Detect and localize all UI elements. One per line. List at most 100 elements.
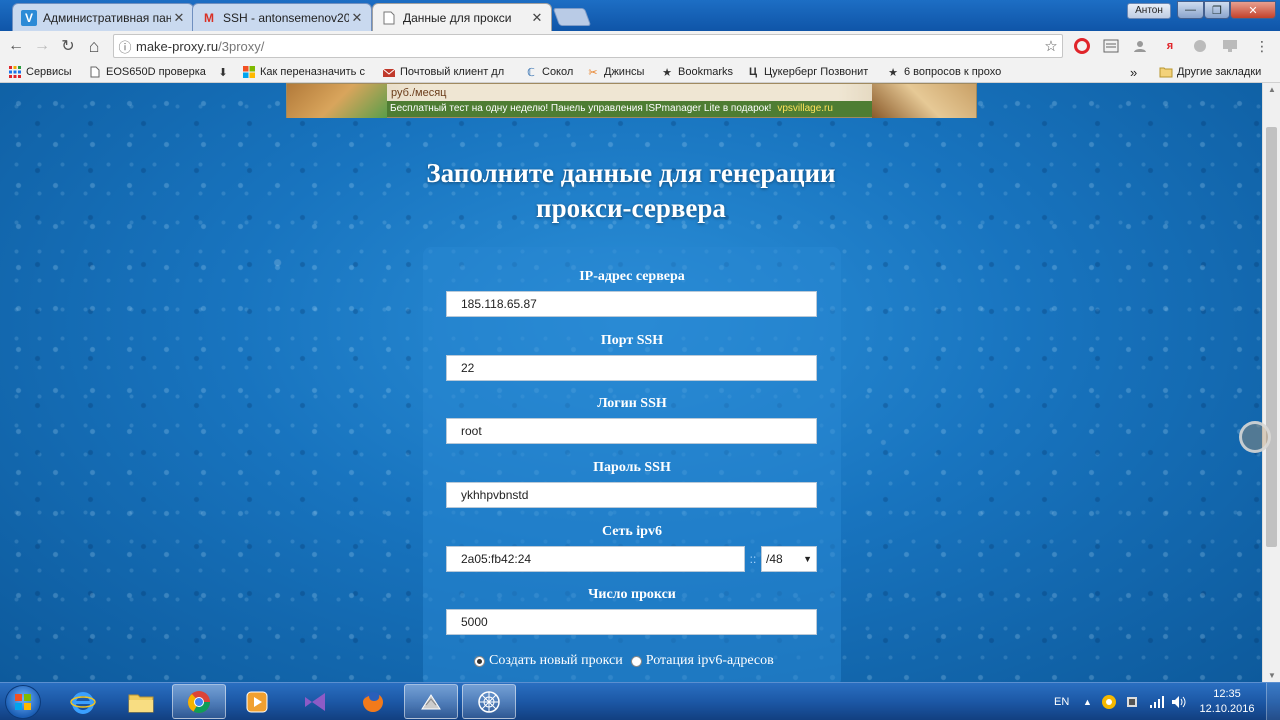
spider-icon[interactable]: [462, 684, 516, 719]
firefox-icon[interactable]: [346, 684, 400, 719]
tab-title: Административная панель: [43, 10, 171, 25]
volume-icon[interactable]: [1171, 683, 1187, 720]
bookmark-zuckerberg[interactable]: Ц Цукерберг Позвонит: [746, 64, 868, 80]
bookmarks-overflow-button[interactable]: »: [1130, 64, 1137, 80]
tab-title: SSH - antonsemenov202: [223, 10, 349, 25]
scroll-up-icon[interactable]: ▲: [1263, 85, 1280, 94]
page-content: руб./месяц Бесплатный тест на одну недел…: [0, 83, 1262, 682]
page-title-line1: Заполните данные для генерации: [426, 158, 836, 188]
bookmark-other[interactable]: Другие закладки: [1159, 64, 1261, 80]
ie-icon[interactable]: [56, 684, 110, 719]
forward-icon[interactable]: →: [32, 36, 52, 56]
system-clock[interactable]: 12:35 12.10.2016: [1196, 687, 1258, 717]
star-icon: ★: [888, 66, 898, 79]
bookmark-label: EOS650D проверка: [106, 66, 206, 78]
info-icon[interactable]: ⓘ: [114, 37, 136, 56]
banner-strip-text: Бесплатный тест на одну неделю! Панель у…: [390, 103, 772, 114]
close-icon[interactable]: ✕: [349, 10, 365, 26]
bookmark-label: Цукерберг Позвонит: [764, 66, 869, 78]
radio-rotate-ipv6-label[interactable]: Ротация ipv6-адресов: [646, 653, 774, 669]
person-icon[interactable]: [1130, 36, 1150, 56]
yandex-icon[interactable]: я: [1160, 36, 1180, 56]
tab-ssh[interactable]: M SSH - antonsemenov202 ✕: [192, 3, 372, 31]
password-input[interactable]: ykhhpvbnstd: [446, 482, 817, 508]
bookmark-label: Сервисы: [26, 66, 72, 78]
language-indicator[interactable]: EN: [1054, 683, 1069, 720]
browser-toolbar: ← → ↻ ⌂ ⓘ make-proxy.ru/3proxy/ ☆ я ⋮: [0, 31, 1280, 61]
address-bar[interactable]: ⓘ make-proxy.ru/3proxy/ ☆: [113, 34, 1063, 58]
circle-icon[interactable]: [1190, 36, 1210, 56]
media-player-icon[interactable]: [230, 684, 284, 719]
bookmark-reassign[interactable]: Как переназначить с: [242, 64, 372, 80]
radio-rotate-ipv6[interactable]: [630, 655, 642, 667]
tab-title: Данные для прокси: [403, 10, 512, 25]
profile-button[interactable]: Антон: [1127, 3, 1171, 19]
monitor-icon[interactable]: [1220, 36, 1240, 56]
ipv6-separator: ::: [749, 552, 757, 566]
bookmark-mail-client[interactable]: Почтовый клиент дл: [382, 64, 512, 80]
login-input[interactable]: root: [446, 418, 817, 444]
show-desktop-button[interactable]: [1266, 683, 1280, 720]
scroll-down-icon[interactable]: ▼: [1263, 671, 1280, 680]
ipv6-prefix-select[interactable]: /48 ▼: [761, 546, 817, 572]
tray-app-icon[interactable]: [1101, 683, 1117, 720]
bookmark-6-questions[interactable]: ★ 6 вопросов к прохо: [886, 64, 1016, 80]
banner-link[interactable]: vpsvillage.ru: [777, 103, 833, 114]
explorer-icon[interactable]: [114, 684, 168, 719]
menu-icon[interactable]: ⋮: [1252, 36, 1272, 56]
chrome-icon[interactable]: [172, 684, 226, 719]
start-button[interactable]: [5, 685, 41, 719]
bookmark-star-icon[interactable]: ☆: [1040, 37, 1062, 55]
banner-image-left: [287, 84, 387, 118]
network-icon[interactable]: [1149, 683, 1165, 720]
count-input[interactable]: 5000: [446, 609, 817, 635]
visual-studio-icon[interactable]: [288, 684, 342, 719]
minimize-button[interactable]: —: [1177, 1, 1204, 19]
mode-radio-group: Создать новый прокси Ротация ipv6-адресо…: [474, 653, 774, 669]
radio-new-proxy-label[interactable]: Создать новый прокси: [489, 653, 623, 669]
bookmark-download[interactable]: ⬇: [216, 64, 234, 80]
list-icon[interactable]: [1101, 36, 1121, 56]
bookmark-label: Bookmarks: [678, 66, 734, 78]
bookmark-eos650d[interactable]: EOS650D проверка: [88, 64, 206, 80]
bookmark-sokol[interactable]: ℂ Сокол: [524, 64, 573, 80]
app-icon[interactable]: [404, 684, 458, 719]
back-icon[interactable]: ←: [6, 36, 26, 56]
reload-icon[interactable]: ↻: [58, 36, 78, 56]
bookmark-label: Джинсы: [604, 66, 645, 78]
page-scrollbar[interactable]: ▲ ▼: [1262, 83, 1280, 682]
home-icon[interactable]: ⌂: [84, 36, 104, 56]
ipv6-input[interactable]: 2a05:fb42:24: [446, 546, 745, 572]
bookmark-services[interactable]: Сервисы: [8, 64, 72, 80]
tab-proxy-data[interactable]: Данные для прокси ✕: [372, 3, 552, 31]
close-icon[interactable]: ✕: [171, 10, 187, 26]
port-input[interactable]: 22: [446, 355, 817, 381]
gmail-icon: M: [204, 10, 214, 25]
new-tab-button[interactable]: [552, 8, 592, 26]
tray-flag-icon[interactable]: [1125, 683, 1139, 720]
maximize-button[interactable]: ❐: [1204, 1, 1230, 19]
taskbar: EN ▲ 12:35 12.10.2016: [0, 682, 1280, 720]
scrollbar-thumb[interactable]: [1266, 127, 1277, 547]
count-label: Число прокси: [588, 587, 676, 602]
bookmark-bookmarks[interactable]: ★ Bookmarks: [660, 64, 733, 80]
letter-icon: Ц: [748, 66, 758, 78]
password-label: Пароль SSH: [593, 460, 671, 475]
url-text[interactable]: make-proxy.ru/3proxy/: [136, 39, 1040, 54]
tab-admin-panel[interactable]: V Административная панель ✕: [12, 3, 194, 31]
tray-expand-icon[interactable]: ▲: [1083, 683, 1092, 720]
page-title: Заполните данные для генерации прокси-се…: [331, 156, 931, 226]
folder-icon: [1159, 65, 1173, 79]
windows-icon: [242, 65, 256, 79]
ip-input[interactable]: 185.118.65.87: [446, 291, 817, 317]
clock-date: 12.10.2016: [1199, 703, 1255, 715]
dropdown-arrow-icon: ▼: [803, 554, 812, 564]
ipv6-label: Сеть ipv6: [602, 524, 662, 539]
close-window-button[interactable]: ✕: [1230, 1, 1276, 19]
opera-icon[interactable]: [1072, 36, 1092, 56]
ad-banner[interactable]: руб./месяц Бесплатный тест на одну недел…: [286, 83, 977, 118]
radio-new-proxy[interactable]: [474, 655, 485, 667]
close-icon[interactable]: ✕: [529, 10, 545, 26]
bookmark-jeans[interactable]: ✂ Джинсы: [586, 64, 644, 80]
download-icon: ⬇: [218, 66, 228, 79]
